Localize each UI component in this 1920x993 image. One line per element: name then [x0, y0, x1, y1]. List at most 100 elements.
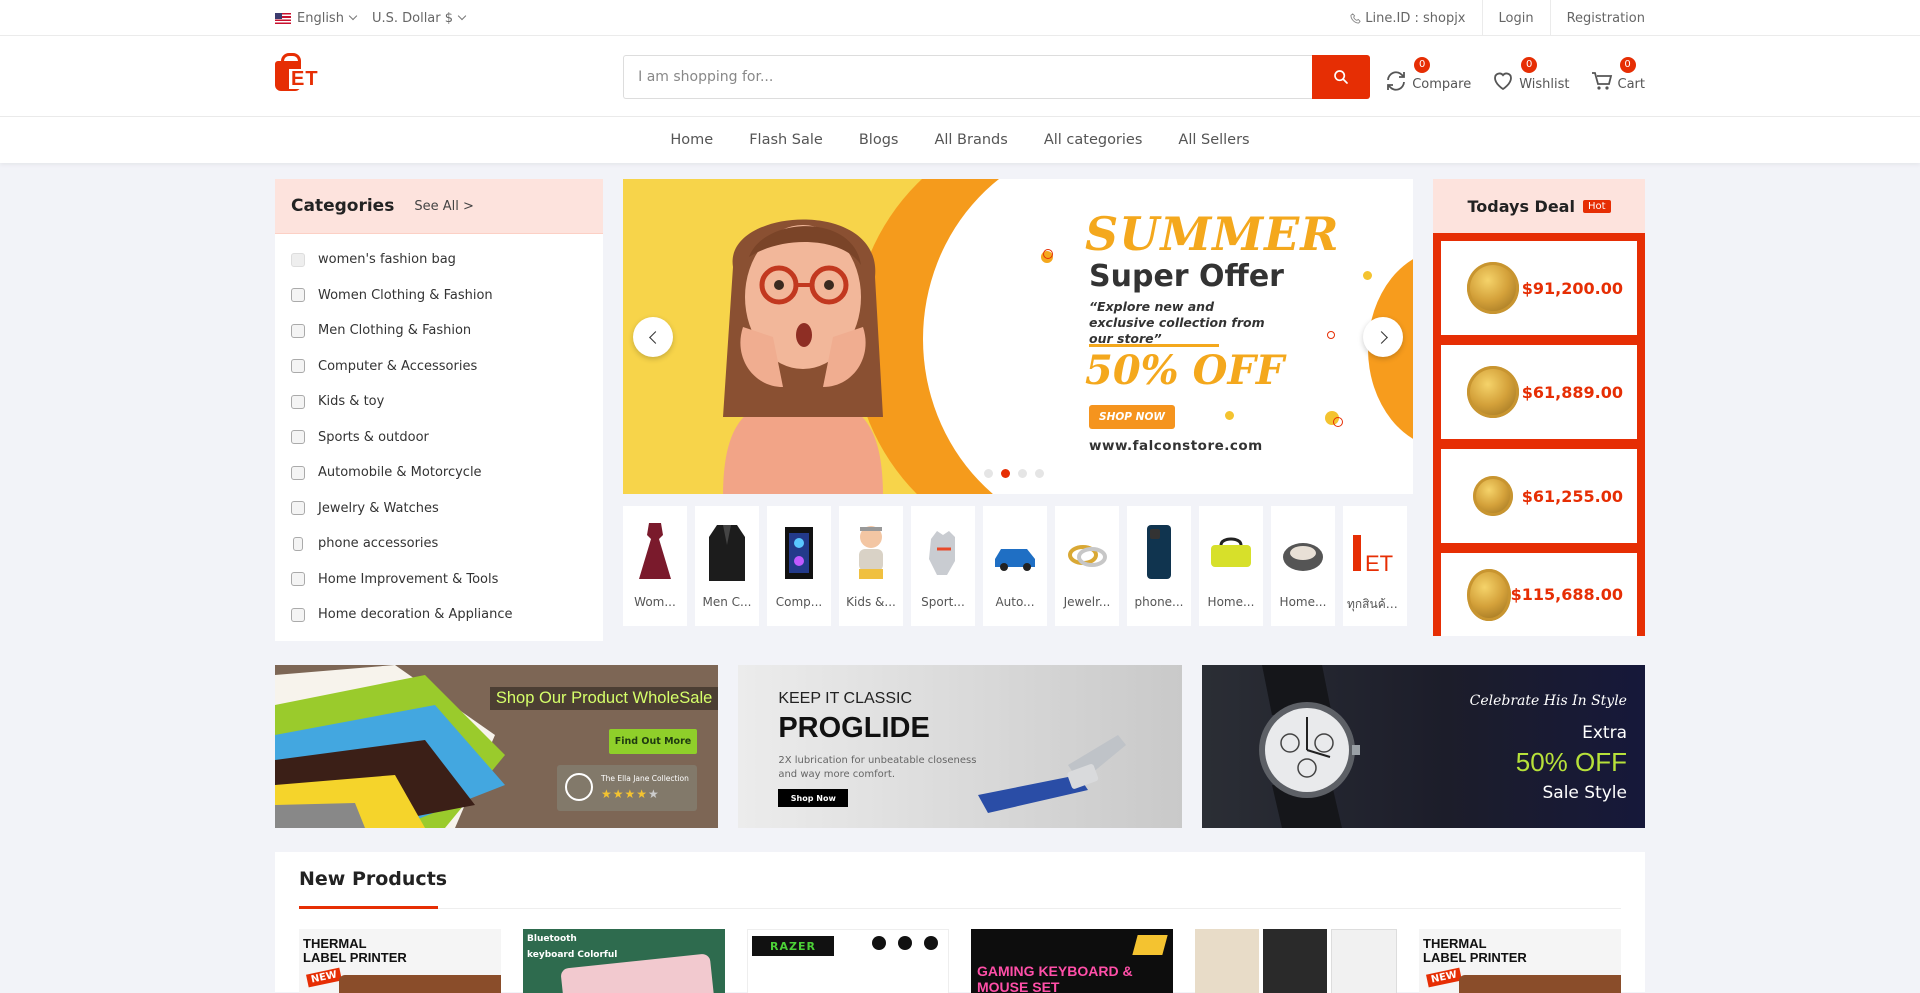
- dress-icon: [291, 288, 305, 303]
- nav-all-categories[interactable]: All categories: [1044, 132, 1143, 148]
- site-logo[interactable]: ET: [275, 52, 352, 99]
- strip-item[interactable]: Home...: [1271, 506, 1335, 626]
- slider-next-button[interactable]: [1363, 317, 1403, 357]
- product-card[interactable]: RAZER: [747, 929, 949, 993]
- search-button[interactable]: [1312, 54, 1371, 99]
- strip-item[interactable]: Kids &...: [839, 506, 903, 626]
- new-products-section: New Products THERMAL LABEL PRINTER NEW B…: [275, 852, 1645, 993]
- svg-text:ET: ET: [1365, 551, 1393, 576]
- jacket-thumbnail: [709, 525, 745, 581]
- strip-item[interactable]: Comp...: [767, 506, 831, 626]
- find-out-more-button[interactable]: Find Out More: [609, 729, 697, 754]
- gold-coin-image: [1467, 568, 1511, 621]
- category-item[interactable]: Women Clothing & Fashion: [275, 278, 603, 314]
- strip-item[interactable]: ET ทุกสินค้า...: [1343, 506, 1407, 626]
- phone-icon: [293, 536, 303, 551]
- category-item[interactable]: Home decoration & Appliance: [275, 597, 603, 633]
- categories-panel: Categories See All > women's fashion bag…: [275, 179, 603, 641]
- nav-all-brands[interactable]: All Brands: [934, 132, 1007, 148]
- compare-button[interactable]: 0 Compare: [1384, 56, 1471, 97]
- new-products-title: New Products: [299, 868, 448, 890]
- appliance-icon: [291, 607, 305, 622]
- wholesale-banner[interactable]: Shop Our Product WholeSale Find Out More…: [275, 665, 719, 828]
- product-card[interactable]: THERMAL LABEL PRINTER NEW: [1419, 929, 1621, 993]
- tools-icon: [291, 572, 305, 587]
- registration-link[interactable]: Registration: [1549, 0, 1645, 36]
- category-item[interactable]: Computer & Accessories: [275, 349, 603, 385]
- strip-item[interactable]: Home...: [1199, 506, 1263, 626]
- category-item[interactable]: women's fashion bag: [275, 242, 603, 278]
- chevron-down-icon: [348, 11, 358, 20]
- nav-all-sellers[interactable]: All Sellers: [1178, 132, 1249, 148]
- nav-blogs[interactable]: Blogs: [859, 132, 899, 148]
- compare-icon: [1387, 70, 1406, 91]
- category-item[interactable]: Jewelry & Watches: [275, 491, 603, 527]
- see-all-link[interactable]: See All >: [414, 199, 474, 214]
- phone-icon: [1350, 12, 1361, 24]
- slider-dot-active[interactable]: [1001, 469, 1010, 478]
- store-logo-thumbnail: ET: [1353, 535, 1393, 576]
- strip-item[interactable]: Wom...: [623, 506, 687, 626]
- strip-item[interactable]: Sport...: [911, 506, 975, 626]
- toy-icon: [291, 394, 305, 409]
- deal-item[interactable]: $91,200.00: [1441, 241, 1637, 335]
- line-id-contact[interactable]: Line.ID : shopjx: [1334, 0, 1481, 36]
- product-card[interactable]: GAMING KEYBOARD & MOUSE SET: [971, 929, 1173, 993]
- todays-deal-panel: Todays Deal Hot $91,200.00 $61,889.00 $6…: [1433, 179, 1645, 636]
- hero-slider[interactable]: SUMMER Super Offer “Explore new and excl…: [623, 179, 1413, 494]
- category-item[interactable]: Home Improvement & Tools: [275, 562, 603, 598]
- wholesale-title: Shop Our Product WholeSale: [489, 687, 719, 710]
- slider-dots: [984, 469, 1044, 478]
- slider-prev-button[interactable]: [633, 317, 673, 357]
- car-icon: [291, 465, 305, 480]
- strip-item[interactable]: Jewelr...: [1055, 506, 1119, 626]
- language-selector[interactable]: English: [275, 11, 358, 26]
- cart-button[interactable]: 0 Cart: [1590, 56, 1645, 97]
- shop-now-button[interactable]: Shop Now: [778, 789, 849, 807]
- deal-item[interactable]: $115,688.00: [1441, 553, 1637, 636]
- search-input[interactable]: [623, 54, 1313, 99]
- product-card[interactable]: [1195, 929, 1397, 993]
- category-item[interactable]: Kids & toy: [275, 384, 603, 420]
- strip-item[interactable]: Auto...: [983, 506, 1047, 626]
- glove-thumbnail: [929, 531, 955, 575]
- kid-thumbnail: [859, 526, 883, 579]
- pants-image: [1195, 929, 1259, 993]
- razer-logo: RAZER: [752, 936, 834, 956]
- strip-item[interactable]: phone...: [1127, 506, 1191, 626]
- category-item[interactable]: Sports & outdoor: [275, 420, 603, 456]
- slider-dot[interactable]: [1018, 469, 1027, 478]
- login-link[interactable]: Login: [1481, 0, 1550, 36]
- gold-coin-image: [1467, 366, 1519, 418]
- category-item[interactable]: phone accessories: [275, 526, 603, 562]
- slider-dot[interactable]: [984, 469, 993, 478]
- nav-flash-sale[interactable]: Flash Sale: [749, 132, 823, 148]
- category-item[interactable]: Automobile & Motorcycle: [275, 455, 603, 491]
- cart-count-badge: 0: [1619, 56, 1636, 73]
- currency-selector[interactable]: U.S. Dollar $: [372, 11, 467, 26]
- slider-dot[interactable]: [1035, 469, 1044, 478]
- category-item[interactable]: Men Clothing & Fashion: [275, 313, 603, 349]
- computer-case-thumbnail: [785, 527, 813, 579]
- chevron-down-icon: [457, 11, 467, 20]
- cart-icon: [1591, 71, 1612, 90]
- watch-image: [1258, 665, 1360, 828]
- gold-coin-image: [1473, 476, 1513, 516]
- watch-banner[interactable]: Celebrate His In Style Extra 50% OFF Sal…: [1201, 665, 1645, 828]
- razor-image: [978, 735, 1127, 813]
- product-card[interactable]: THERMAL LABEL PRINTER NEW: [299, 929, 501, 993]
- bag-thumbnail: [1211, 537, 1251, 567]
- nav-home[interactable]: Home: [670, 132, 713, 148]
- slider-shop-now-button[interactable]: SHOP NOW: [1089, 405, 1175, 429]
- bag-icon: [291, 252, 305, 267]
- promo-banners: Shop Our Product WholeSale Find Out More…: [275, 665, 1645, 828]
- us-flag-icon: [275, 12, 291, 24]
- proglide-banner[interactable]: KEEP IT CLASSIC PROGLIDE 2X lubrication …: [738, 665, 1182, 828]
- wishlist-button[interactable]: 0 Wishlist: [1491, 56, 1570, 97]
- strip-item[interactable]: Men C...: [695, 506, 759, 626]
- leaf-icon: [565, 773, 593, 801]
- deal-item[interactable]: $61,255.00: [1441, 449, 1637, 543]
- ring-thumbnail: [1068, 545, 1107, 567]
- product-card[interactable]: Bluetooth keyboard Colorful: [523, 929, 725, 993]
- deal-item[interactable]: $61,889.00: [1441, 345, 1637, 439]
